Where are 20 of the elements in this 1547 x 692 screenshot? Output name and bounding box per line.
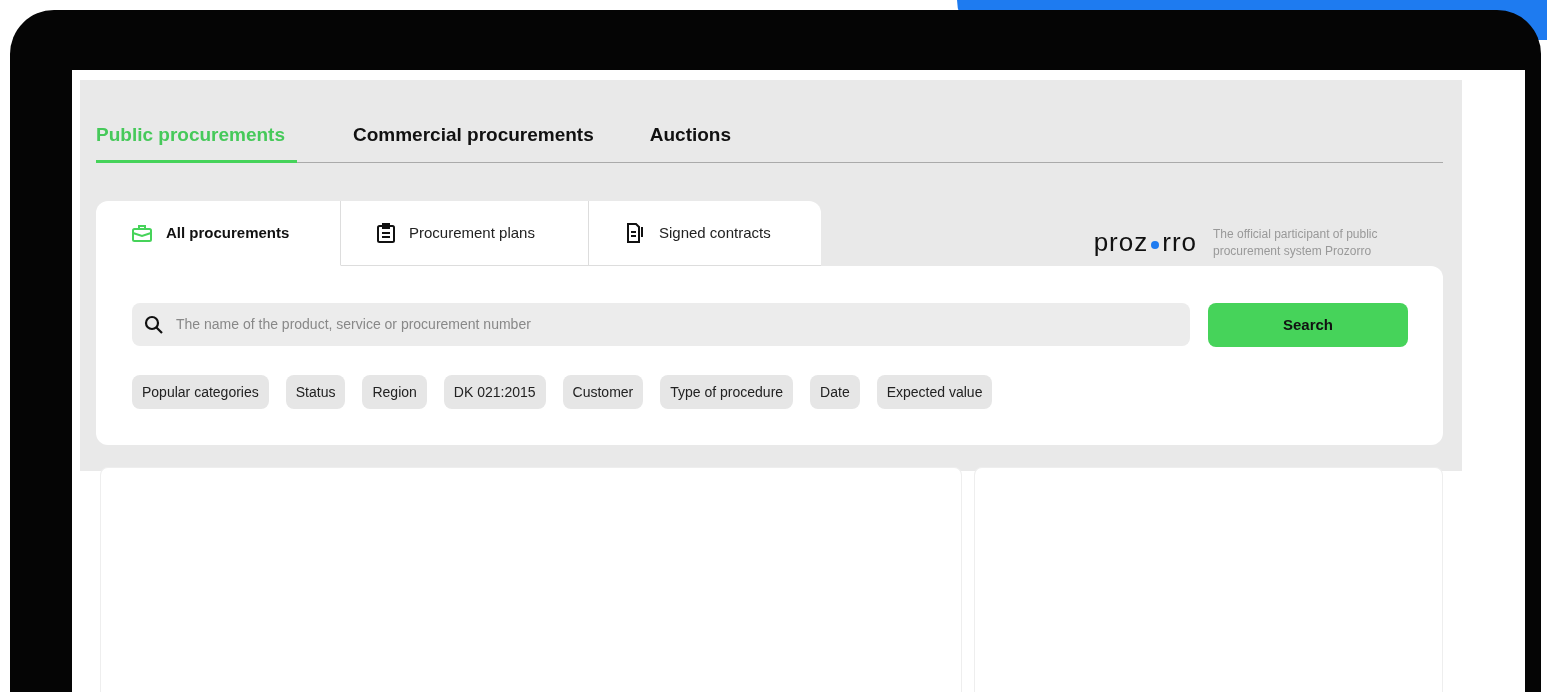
filter-chip[interactable]: Expected value	[876, 374, 993, 409]
document-icon	[625, 222, 645, 243]
briefcase-icon	[132, 223, 152, 242]
filter-chip[interactable]: Popular categories	[132, 374, 269, 409]
procurement-tab[interactable]: Procurement plans	[341, 200, 589, 266]
prozorro-logo: proz rro	[1093, 227, 1197, 258]
filter-chip[interactable]: Region	[362, 374, 427, 409]
search-button[interactable]: Search	[1208, 302, 1408, 347]
clipboard-icon	[377, 222, 395, 243]
filter-chip[interactable]: Customer	[562, 374, 644, 409]
search-field[interactable]: The name of the product, service or procurement number	[132, 302, 1190, 346]
procurement-tab[interactable]: Signed contracts	[589, 200, 821, 266]
category-tab[interactable]: Auctions	[649, 120, 732, 163]
category-tab[interactable]: Commercial procurements	[353, 120, 594, 163]
logo-tagline: The official participant of public procurement system Prozorro	[1213, 225, 1379, 260]
filter-chip[interactable]: Type of procedure	[660, 374, 794, 409]
filter-chip[interactable]: DK 021:2015	[443, 374, 546, 409]
filter-chip[interactable]: Status	[285, 374, 346, 409]
filter-chip[interactable]: Date	[810, 374, 860, 409]
procurement-tab[interactable]: All procurements	[96, 200, 341, 266]
